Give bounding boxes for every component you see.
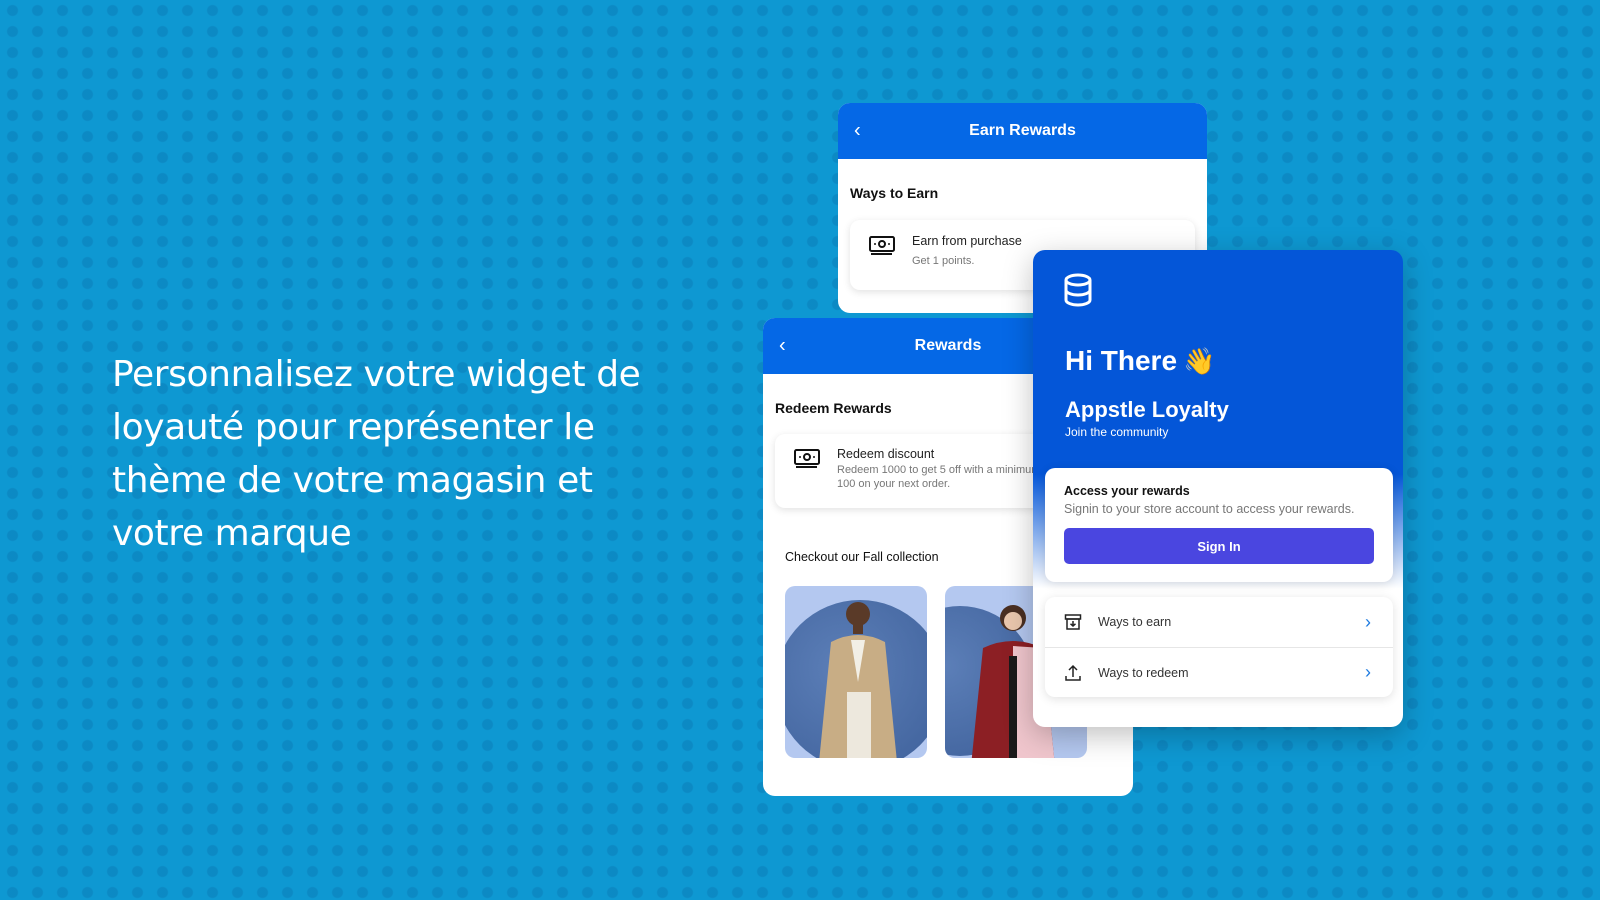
ways-to-redeem-link[interactable]: Ways to redeem › bbox=[1045, 647, 1393, 697]
earn-card-title: Earn Rewards bbox=[969, 122, 1076, 139]
access-subtitle: Signin to your store account to access y… bbox=[1064, 502, 1355, 516]
access-title: Access your rewards bbox=[1064, 484, 1190, 498]
rewards-card-title: Rewards bbox=[914, 337, 982, 354]
loyalty-widget: Hi There 👋 Appstle Loyalty Join the commu… bbox=[1033, 250, 1403, 727]
waving-hand-icon: 👋 bbox=[1183, 346, 1216, 376]
money-icon bbox=[869, 236, 895, 255]
ways-to-earn-label: Ways to earn bbox=[1098, 615, 1172, 629]
redeem-rewards-heading: Redeem Rewards bbox=[775, 400, 892, 416]
earn-item-title: Earn from purchase bbox=[912, 234, 1022, 248]
ways-to-earn-heading: Ways to Earn bbox=[850, 185, 939, 201]
earn-item-subtitle: Get 1 points. bbox=[912, 255, 975, 267]
model-figure bbox=[819, 602, 897, 758]
greeting-text: Hi There bbox=[1065, 345, 1178, 376]
ways-links: Ways to earn › Ways to redeem › bbox=[1045, 597, 1393, 697]
money-icon bbox=[794, 449, 820, 468]
headline: Personnalisez votre widget de loyauté po… bbox=[112, 354, 641, 554]
earn-card-header: ‹ Earn Rewards bbox=[838, 103, 1207, 159]
product-image[interactable] bbox=[785, 586, 927, 758]
collection-title: Checkout our Fall collection bbox=[785, 550, 939, 564]
greeting: Hi There 👋 bbox=[1065, 345, 1215, 377]
ways-to-earn-link[interactable]: Ways to earn › bbox=[1045, 597, 1393, 647]
ways-to-redeem-label: Ways to redeem bbox=[1098, 665, 1189, 680]
brand-name: Appstle Loyalty bbox=[1065, 397, 1229, 422]
chevron-left-icon[interactable]: ‹ bbox=[854, 120, 861, 143]
chevron-right-icon: › bbox=[1365, 662, 1371, 682]
tagline: Join the community bbox=[1065, 425, 1169, 439]
database-icon bbox=[1064, 273, 1092, 307]
access-rewards-panel: Access your rewards Signin to your store… bbox=[1045, 468, 1393, 582]
upload-icon bbox=[1065, 664, 1081, 681]
chevron-left-icon[interactable]: ‹ bbox=[779, 335, 786, 358]
chevron-right-icon: › bbox=[1365, 611, 1371, 632]
sign-in-button[interactable]: Sign In bbox=[1064, 528, 1374, 564]
archive-download-icon bbox=[1064, 614, 1082, 630]
